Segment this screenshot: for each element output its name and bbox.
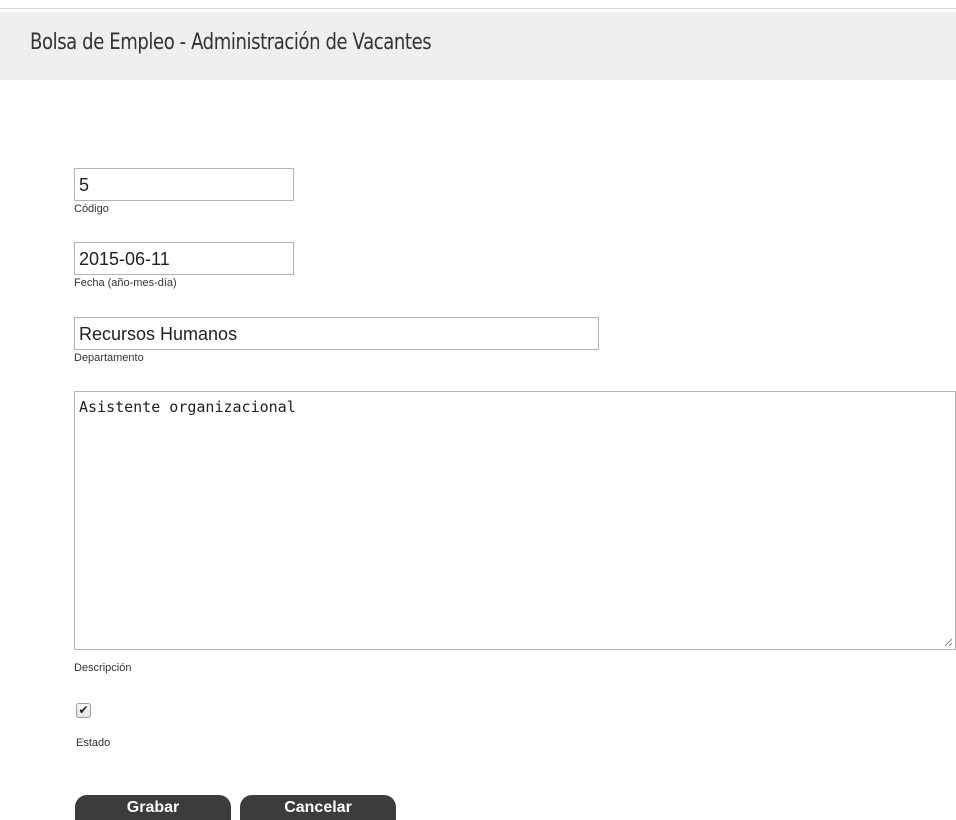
estado-checkbox[interactable]: ✔: [76, 703, 91, 718]
codigo-input[interactable]: [74, 168, 294, 201]
page: Bolsa de Empleo - Administración de Vaca…: [0, 0, 956, 820]
departamento-field: Departamento: [74, 317, 599, 364]
departamento-label: Departamento: [74, 352, 144, 364]
descripcion-textarea[interactable]: Asistente organizacional: [74, 391, 956, 650]
codigo-field: Código: [74, 168, 294, 215]
descripcion-label: Descripción: [74, 662, 132, 674]
descripcion-wrapper: Asistente organizacional: [74, 391, 956, 650]
fecha-input[interactable]: [74, 242, 294, 275]
checkmark-icon: ✔: [78, 703, 89, 717]
page-title: Bolsa de Empleo - Administración de Vaca…: [30, 30, 432, 55]
fecha-label: Fecha (año-mes-día): [74, 277, 177, 289]
codigo-label: Código: [74, 203, 109, 215]
departamento-input[interactable]: [74, 317, 599, 350]
cancel-button[interactable]: Cancelar: [240, 795, 396, 820]
top-divider: [0, 8, 956, 9]
descripcion-field: Asistente organizacional Descripción: [74, 391, 956, 674]
resize-grip-icon[interactable]: [944, 638, 953, 647]
estado-label: Estado: [76, 737, 111, 749]
save-button[interactable]: Grabar: [75, 795, 231, 820]
fecha-field: Fecha (año-mes-día): [74, 242, 294, 289]
